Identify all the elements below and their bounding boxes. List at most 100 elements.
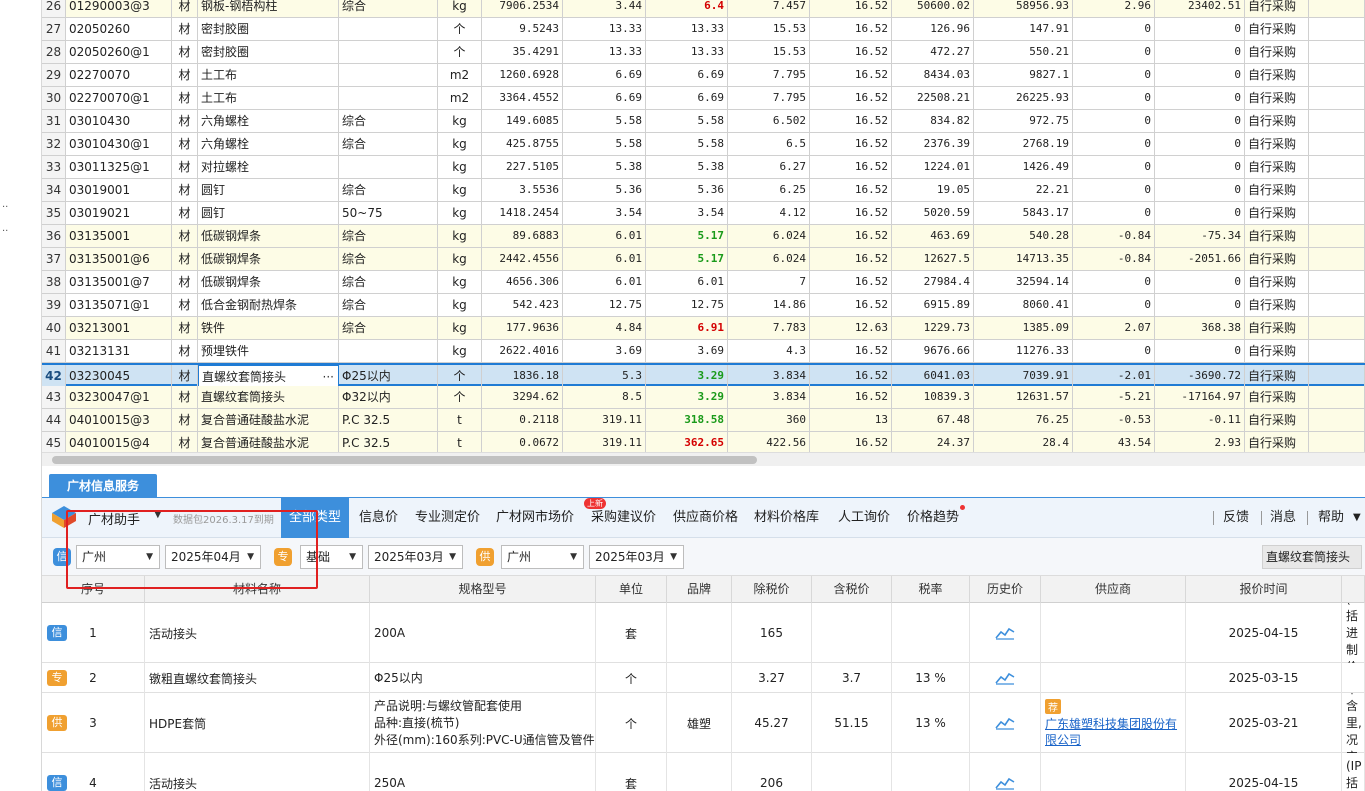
grid-cell-diff[interactable]: 2.07 [1073, 317, 1155, 339]
grid-cell-spec[interactable]: 综合 [339, 271, 438, 293]
messages-button[interactable]: 消息 [1270, 498, 1296, 538]
grid-cell-unit[interactable]: 个 [438, 18, 482, 40]
tab-all-types[interactable]: 全部类型 [281, 498, 350, 538]
column-header[interactable]: 品牌 [667, 576, 732, 603]
grid-cell-p2[interactable]: 13.33 [646, 18, 728, 40]
grid-cell-diff[interactable]: -0.53 [1073, 409, 1155, 431]
scrollbar-thumb[interactable] [52, 456, 757, 464]
result-row[interactable]: 供 3 HDPE套筒 产品说明:与螺纹管配套使用 品种:直接(梳节) 外径(mm):160… [42, 693, 1365, 753]
grid-cell-no[interactable]: 31 [42, 110, 66, 132]
grid-cell-name[interactable]: 直螺纹套筒接头 [198, 386, 339, 408]
grid-cell-p1[interactable]: 6.01 [563, 225, 646, 247]
grid-cell-p3[interactable]: 15.53 [728, 18, 810, 40]
grid-cell-no[interactable]: 40 [42, 317, 66, 339]
grid-cell-src[interactable]: 自行采购 [1245, 248, 1309, 270]
panel-tab-price-service[interactable]: 广材信息服务 [49, 474, 157, 498]
grid-cell-amt1[interactable]: 5020.59 [892, 202, 974, 224]
grid-cell-diff[interactable]: 2.96 [1073, 0, 1155, 17]
column-header[interactable]: 报价时间 [1186, 576, 1342, 603]
grid-cell-unit[interactable]: 个 [438, 365, 482, 387]
grid-cell-spec[interactable]: Φ32以内 [339, 386, 438, 408]
tab-info-price[interactable]: 信息价 [359, 498, 398, 538]
grid-cell-src[interactable]: 自行采购 [1245, 365, 1309, 387]
grid-cell-p2[interactable]: 5.17 [646, 248, 728, 270]
grid-cell-qty[interactable]: 2442.4556 [482, 248, 563, 270]
grid-cell-code[interactable]: 02270070 [66, 64, 172, 86]
grid-cell-p1[interactable]: 4.84 [563, 317, 646, 339]
grid-cell-amt1[interactable]: 834.82 [892, 110, 974, 132]
grid-cell-diff-amt[interactable]: 0 [1155, 340, 1245, 362]
grid-row[interactable]: 28 02050260@1 材密封胶圈个 35.4291 13.33 13.33 15.53… [42, 41, 1365, 64]
grid-cell-p2[interactable]: 12.75 [646, 294, 728, 316]
grid-cell-p1[interactable]: 6.01 [563, 271, 646, 293]
more-options-icon[interactable]: ··· [323, 366, 334, 386]
grid-cell-p1[interactable]: 3.69 [563, 340, 646, 362]
grid-cell-qty[interactable]: 0.2118 [482, 409, 563, 431]
grid-cell-unit[interactable]: kg [438, 156, 482, 178]
grid-cell-rate[interactable]: 16.52 [810, 432, 892, 452]
grid-cell-no[interactable]: 37 [42, 248, 66, 270]
grid-cell-rate[interactable]: 16.52 [810, 87, 892, 109]
result-row[interactable]: 信1活动接头200A套1652025-04-15(IP括进制价 [42, 603, 1365, 663]
grid-cell-p2[interactable]: 6.69 [646, 87, 728, 109]
grid-cell-p2[interactable]: 6.4 [646, 0, 728, 17]
grid-cell-diff[interactable]: 0 [1073, 110, 1155, 132]
grid-cell-diff[interactable]: 0 [1073, 64, 1155, 86]
grid-cell-no[interactable]: 27 [42, 18, 66, 40]
grid-cell-qty[interactable]: 1260.6928 [482, 64, 563, 86]
grid-cell-code[interactable]: 03135071@1 [66, 294, 172, 316]
grid-cell-rate[interactable]: 16.52 [810, 340, 892, 362]
grid-cell-p2[interactable]: 6.01 [646, 271, 728, 293]
grid-cell-rate[interactable]: 16.52 [810, 179, 892, 201]
grid-cell-spec[interactable] [339, 156, 438, 178]
grid-cell-kind[interactable]: 材 [172, 110, 198, 132]
grid-cell-diff[interactable]: 0 [1073, 340, 1155, 362]
price-history-chart-icon[interactable] [995, 776, 1015, 790]
grid-cell-code[interactable]: 03011325@1 [66, 156, 172, 178]
grid-cell-diff-amt[interactable]: -75.34 [1155, 225, 1245, 247]
grid-cell-diff[interactable]: 0 [1073, 202, 1155, 224]
grid-cell-src[interactable]: 自行采购 [1245, 271, 1309, 293]
grid-cell-src[interactable]: 自行采购 [1245, 225, 1309, 247]
grid-row[interactable]: 41 03213131 材预埋铁件 kg 2622.4016 3.69 3.69 4.3 16.… [42, 340, 1365, 363]
grid-cell-kind[interactable]: 材 [172, 179, 198, 201]
grid-cell-no[interactable]: 29 [42, 64, 66, 86]
grid-cell-src[interactable]: 自行采购 [1245, 64, 1309, 86]
supplier-link[interactable]: 广东雄塑科技集团股份有限公司 [1045, 716, 1185, 748]
grid-cell-src[interactable]: 自行采购 [1245, 179, 1309, 201]
grid-cell-kind[interactable]: 材 [172, 202, 198, 224]
pro-type-select[interactable]: 基础 ▼ [300, 545, 363, 569]
grid-cell-amt2[interactable]: 26225.93 [974, 87, 1073, 109]
grid-cell-amt2[interactable]: 76.25 [974, 409, 1073, 431]
grid-cell-rate[interactable]: 16.52 [810, 156, 892, 178]
grid-cell-diff-amt[interactable]: 0 [1155, 87, 1245, 109]
grid-cell-name[interactable]: 预埋铁件 [198, 340, 339, 362]
grid-cell-p1[interactable]: 319.11 [563, 432, 646, 452]
grid-cell-diff-amt[interactable]: -3690.72 [1155, 365, 1245, 387]
grid-cell-amt2[interactable]: 22.21 [974, 179, 1073, 201]
grid-cell-amt2[interactable]: 11276.33 [974, 340, 1073, 362]
grid-cell-spec[interactable]: 综合 [339, 294, 438, 316]
grid-cell-p3[interactable]: 3.834 [728, 386, 810, 408]
grid-cell-p1[interactable]: 13.33 [563, 18, 646, 40]
grid-cell-p3[interactable]: 6.502 [728, 110, 810, 132]
horizontal-scrollbar[interactable] [42, 452, 1365, 466]
grid-cell-spec[interactable] [339, 64, 438, 86]
grid-cell-kind[interactable]: 材 [172, 133, 198, 155]
grid-cell-src[interactable]: 自行采购 [1245, 409, 1309, 431]
grid-cell-name[interactable]: 低碳钢焊条 [198, 271, 339, 293]
grid-cell-no[interactable]: 33 [42, 156, 66, 178]
grid-cell-name[interactable]: 土工布 [198, 87, 339, 109]
grid-cell-p1[interactable]: 5.58 [563, 110, 646, 132]
grid-cell-p1[interactable]: 13.33 [563, 41, 646, 63]
grid-cell-amt2[interactable]: 28.4 [974, 432, 1073, 452]
grid-cell-code[interactable]: 01290003@3 [66, 0, 172, 17]
grid-cell-rate[interactable]: 12.63 [810, 317, 892, 339]
grid-cell-spec[interactable]: 综合 [339, 133, 438, 155]
grid-cell-src[interactable]: 自行采购 [1245, 432, 1309, 452]
grid-cell-code[interactable]: 03135001 [66, 225, 172, 247]
grid-cell-p2[interactable]: 5.38 [646, 156, 728, 178]
grid-cell-diff-amt[interactable]: 0 [1155, 156, 1245, 178]
info-region-select[interactable]: 广州 ▼ [76, 545, 160, 569]
grid-cell-name[interactable]: 铁件 [198, 317, 339, 339]
